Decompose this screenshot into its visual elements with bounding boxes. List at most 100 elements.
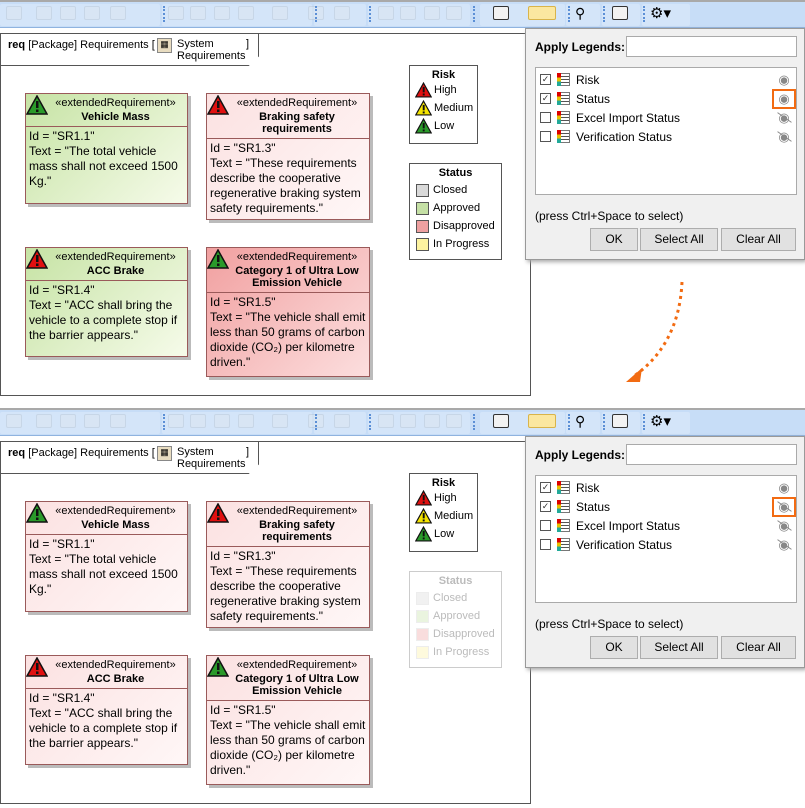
legend-checkbox[interactable] — [540, 131, 551, 142]
toolbar-button-disabled[interactable] — [110, 6, 126, 20]
toolbar-button-disabled[interactable] — [84, 6, 100, 20]
requirement-block[interactable]: «extendedRequirement» Category 1 of Ultr… — [206, 655, 370, 785]
toolbar-button-disabled[interactable] — [84, 414, 100, 428]
legend-list-item[interactable]: Verification Status ◉ — [536, 127, 796, 146]
legend-checkbox[interactable]: ✓ — [540, 501, 551, 512]
toolbar-grip[interactable] — [315, 414, 317, 430]
status-legend[interactable]: Status Closed Approved Disapproved In Progre… — [409, 163, 502, 260]
legend-list-item[interactable]: ✓ Risk ◉ — [536, 70, 796, 89]
eye-off-icon[interactable]: ◉ — [775, 537, 793, 552]
requirement-block[interactable]: «extendedRequirement» Braking safety req… — [206, 93, 370, 220]
search-icon[interactable]: ⚲ — [575, 413, 585, 430]
legend-list[interactable]: ✓ Risk ◉ ✓ Status ◉ Excel Import Status … — [535, 475, 797, 603]
legend-list-item[interactable]: Verification Status ◉ — [536, 535, 796, 554]
legend-search-input[interactable] — [626, 444, 797, 465]
toolbar-button-disabled[interactable] — [446, 6, 462, 20]
eye-icon[interactable]: ◉ — [772, 88, 796, 109]
legend-list-item[interactable]: ✓ Status ◉ — [536, 88, 796, 109]
legend-search-input[interactable] — [626, 36, 797, 57]
toolbar-grip[interactable] — [568, 414, 570, 430]
layout-button[interactable] — [493, 6, 509, 20]
toolbar-grip[interactable] — [315, 6, 317, 22]
legend-list-item[interactable]: ✓ Risk ◉ — [536, 478, 796, 497]
legends-button[interactable] — [528, 6, 556, 20]
toolbar-button-disabled[interactable] — [168, 6, 184, 20]
gear-icon[interactable]: ⚙▾ — [650, 4, 671, 22]
toolbar-grip[interactable] — [369, 414, 371, 430]
toolbar-button-disabled[interactable] — [238, 6, 254, 20]
toolbar-button-disabled[interactable] — [36, 6, 52, 20]
toolbar-grip[interactable] — [473, 6, 475, 22]
toolbar-button-disabled[interactable] — [272, 414, 288, 428]
gear-icon[interactable]: ⚙▾ — [650, 412, 671, 430]
toolbar-button-disabled[interactable] — [110, 414, 126, 428]
risk-legend[interactable]: Risk High Medium Low — [409, 473, 478, 552]
eye-icon[interactable]: ◉ — [775, 480, 793, 495]
toolbar-grip[interactable] — [603, 6, 605, 22]
toolbar-button-disabled[interactable] — [424, 6, 440, 20]
eye-off-icon[interactable]: ◉ — [772, 496, 796, 517]
toolbar-button-disabled[interactable] — [272, 6, 288, 20]
legends-button[interactable] — [528, 414, 556, 428]
ok-button[interactable]: OK — [590, 636, 638, 659]
legend-checkbox[interactable]: ✓ — [540, 74, 551, 85]
toolbar-button-disabled[interactable] — [378, 6, 394, 20]
toolbar-button-disabled[interactable] — [400, 414, 416, 428]
toolbar-button-disabled[interactable] — [334, 414, 350, 428]
requirement-block[interactable]: «extendedRequirement» Category 1 of Ultr… — [206, 247, 370, 377]
legend-list[interactable]: ✓ Risk ◉ ✓ Status ◉ Excel Import Status … — [535, 67, 797, 195]
search-icon[interactable]: ⚲ — [575, 5, 585, 22]
toolbar-button-disabled[interactable] — [214, 414, 230, 428]
toolbar-button-disabled[interactable] — [334, 6, 350, 20]
legend-checkbox[interactable]: ✓ — [540, 482, 551, 493]
eye-off-icon[interactable]: ◉ — [775, 129, 793, 144]
toolbar-button-disabled[interactable] — [6, 414, 22, 428]
toolbar-grip[interactable] — [163, 414, 165, 430]
toolbar-button-disabled[interactable] — [190, 414, 206, 428]
eye-off-icon[interactable]: ◉ — [775, 110, 793, 125]
toolbar-grip[interactable] — [603, 414, 605, 430]
toolbar-button-disabled[interactable] — [238, 414, 254, 428]
eye-icon[interactable]: ◉ — [775, 72, 793, 87]
toolbar-button-disabled[interactable] — [168, 414, 184, 428]
toolbar-grip[interactable] — [473, 414, 475, 430]
select-all-button[interactable]: Select All — [640, 228, 718, 251]
toolbar-grip[interactable] — [163, 6, 165, 22]
validation-button[interactable] — [612, 414, 628, 428]
legend-checkbox[interactable] — [540, 520, 551, 531]
ok-button[interactable]: OK — [590, 228, 638, 251]
status-legend[interactable]: Status Closed Approved Disapproved In Progre… — [409, 571, 502, 668]
requirement-block[interactable]: «extendedRequirement» Braking safety req… — [206, 501, 370, 628]
toolbar-button-disabled[interactable] — [36, 414, 52, 428]
legend-checkbox[interactable] — [540, 539, 551, 550]
toolbar-grip[interactable] — [568, 6, 570, 22]
toolbar-button-disabled[interactable] — [60, 6, 76, 20]
layout-button[interactable] — [493, 414, 509, 428]
toolbar-grip[interactable] — [369, 6, 371, 22]
toolbar-button-disabled[interactable] — [446, 414, 462, 428]
risk-legend[interactable]: Risk High Medium Low — [409, 65, 478, 144]
legend-list-item[interactable]: Excel Import Status ◉ — [536, 516, 796, 535]
validation-button[interactable] — [612, 6, 628, 20]
toolbar-button-disabled[interactable] — [60, 414, 76, 428]
toolbar-button-disabled[interactable] — [190, 6, 206, 20]
toolbar-button-disabled[interactable] — [400, 6, 416, 20]
requirement-block[interactable]: «extendedRequirement» Vehicle Mass Id = … — [25, 501, 188, 612]
clear-all-button[interactable]: Clear All — [721, 228, 796, 251]
legend-checkbox[interactable] — [540, 112, 551, 123]
legend-list-item[interactable]: Excel Import Status ◉ — [536, 108, 796, 127]
requirement-block[interactable]: «extendedRequirement» ACC Brake Id = "SR… — [25, 655, 188, 765]
clear-all-button[interactable]: Clear All — [721, 636, 796, 659]
eye-off-icon[interactable]: ◉ — [775, 518, 793, 533]
toolbar-grip[interactable] — [643, 6, 645, 22]
legend-checkbox[interactable]: ✓ — [540, 93, 551, 104]
toolbar-grip[interactable] — [643, 414, 645, 430]
requirement-block[interactable]: «extendedRequirement» ACC Brake Id = "SR… — [25, 247, 188, 357]
legend-list-item[interactable]: ✓ Status ◉ — [536, 496, 796, 517]
requirement-block[interactable]: «extendedRequirement» Vehicle Mass Id = … — [25, 93, 188, 204]
toolbar-button-disabled[interactable] — [214, 6, 230, 20]
toolbar-button-disabled[interactable] — [6, 6, 22, 20]
toolbar-button-disabled[interactable] — [378, 414, 394, 428]
toolbar-button-disabled[interactable] — [424, 414, 440, 428]
select-all-button[interactable]: Select All — [640, 636, 718, 659]
